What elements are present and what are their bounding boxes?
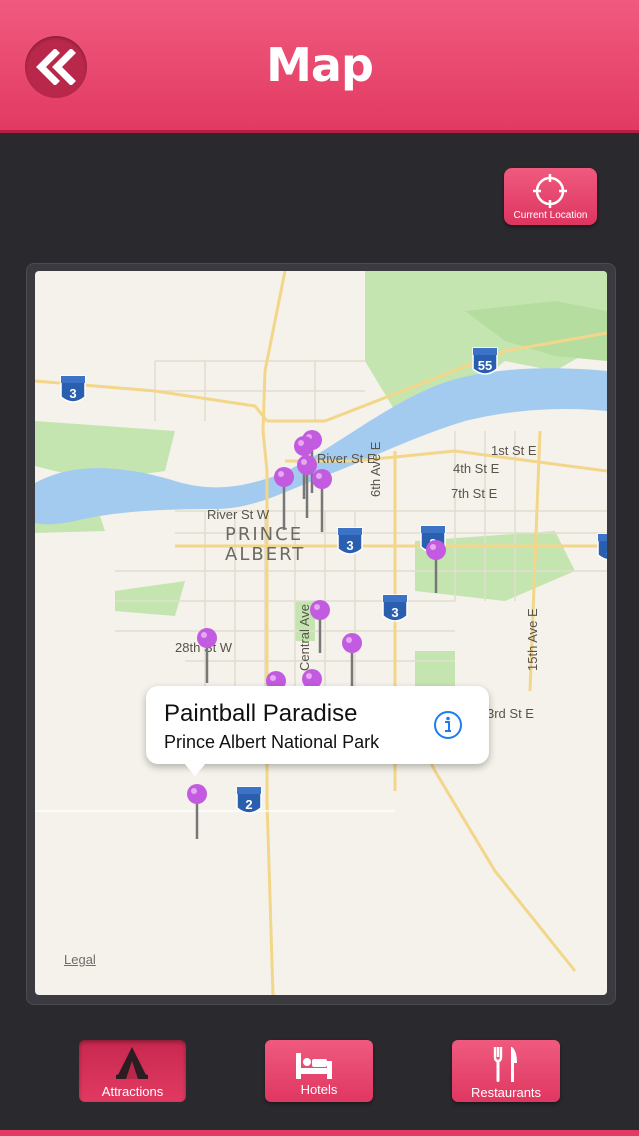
legal-link[interactable]: Legal (64, 952, 96, 967)
map-pin-icon[interactable] (311, 468, 333, 534)
highway-shield-icon: 3 (382, 594, 408, 622)
bottom-accent-strip (0, 1130, 639, 1136)
bed-icon (296, 1053, 332, 1079)
callout-title: Paintball Paradise (164, 700, 358, 727)
highway-number: 55 (478, 358, 492, 373)
current-location-button[interactable]: Current Location (504, 168, 597, 225)
callout-subtitle: Prince Albert National Park (164, 732, 380, 752)
highway-number: 2 (245, 797, 252, 812)
highway-number: 3 (391, 605, 398, 620)
highway-shield-icon: 55 (472, 347, 498, 375)
current-location-label: Current Location (513, 210, 588, 221)
street-label: 15th Ave E (525, 608, 540, 671)
map-view[interactable]: PRINCE ALBERT River St W River St E 1st … (35, 271, 607, 995)
highway-number: 3 (69, 386, 76, 401)
map-pin-icon[interactable] (196, 627, 218, 693)
info-circle-icon[interactable] (433, 710, 463, 740)
street-label: 6th Ave E (368, 441, 383, 497)
street-label: 1st St E (491, 443, 537, 458)
tab-label: Attractions (101, 1084, 164, 1099)
tab-label: Restaurants (470, 1085, 542, 1100)
highway-number: 3 (346, 538, 353, 553)
highway-number: 3 (606, 544, 607, 559)
street-label: 3rd St E (487, 706, 534, 721)
tent-icon (116, 1047, 148, 1079)
top-navigation-bar: Map (0, 0, 639, 133)
page-title: Map (266, 38, 374, 92)
tab-restaurants[interactable]: Restaurants (452, 1040, 560, 1102)
street-label: 4th St E (453, 461, 500, 476)
highway-shield-icon: 3 (60, 375, 86, 403)
map-pin-icon[interactable] (309, 599, 331, 665)
map-pin-icon[interactable] (425, 539, 447, 605)
map-callout[interactable]: Paintball Paradise Prince Albert Nationa… (146, 686, 489, 776)
fork-knife-icon (493, 1047, 517, 1082)
tab-hotels[interactable]: Hotels (265, 1040, 373, 1102)
highway-shield-icon: 2 (236, 786, 262, 814)
map-pin-icon[interactable] (186, 783, 208, 849)
tab-attractions[interactable]: Attractions (79, 1040, 186, 1102)
city-label-line2: ALBERT (225, 544, 306, 565)
highway-shield-icon: 3 (597, 533, 607, 561)
map-pin-icon[interactable] (273, 466, 295, 532)
street-label: River St E (317, 451, 376, 466)
street-label: River St W (207, 507, 270, 522)
street-label: 7th St E (451, 486, 498, 501)
highway-shield-icon: 3 (337, 527, 363, 555)
crosshair-icon (533, 174, 567, 208)
tab-label: Hotels (300, 1082, 338, 1097)
